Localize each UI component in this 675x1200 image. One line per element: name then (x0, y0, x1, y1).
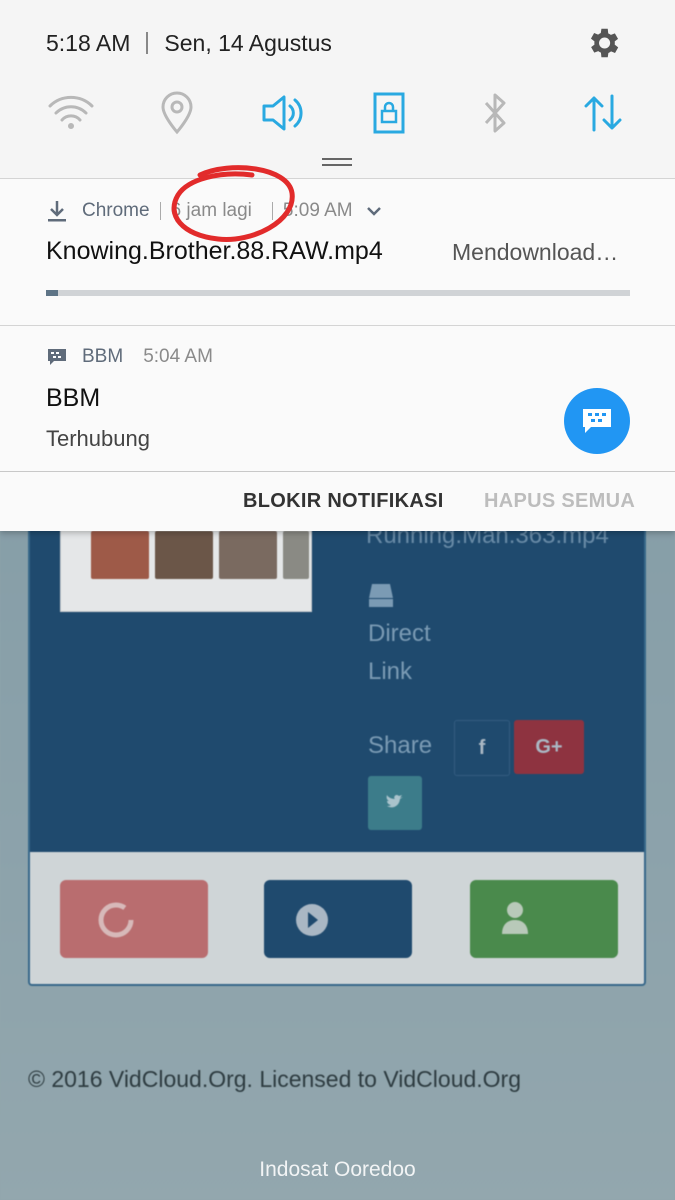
status-header: 5:18 AM Sen, 14 Agustus (46, 26, 332, 60)
bbm-notification[interactable]: BBM 5:04 AM BBM Terhubung (0, 326, 675, 472)
drag-handle[interactable] (322, 158, 352, 166)
divider (159, 202, 161, 220)
play-icon (296, 904, 328, 936)
block-notifications-button[interactable]: BLOKIR NOTIFIKASI (243, 490, 444, 513)
bluetooth-icon[interactable] (470, 88, 520, 138)
thumbnail-image (155, 531, 213, 579)
quick-settings-row (0, 88, 675, 144)
wifi-icon[interactable] (46, 88, 96, 138)
notification-header: Chrome 6 jam lagi 5:09 AM (46, 199, 383, 223)
thumbnail-strip (60, 522, 312, 612)
bbm-status: Terhubung (46, 426, 150, 451)
download-progress-bar (46, 290, 630, 296)
refresh-button[interactable] (60, 880, 208, 958)
eta-text: 6 jam lagi (170, 200, 252, 221)
download-status: Mendownload… (452, 239, 619, 265)
app-name: Chrome (82, 200, 150, 221)
clock: 5:18 AM (46, 29, 131, 56)
speaker-icon[interactable] (258, 88, 308, 138)
download-notification[interactable]: Chrome 6 jam lagi 5:09 AM Knowing.Brothe… (0, 179, 675, 325)
thumbnail-image (283, 531, 309, 579)
gear-icon[interactable] (584, 24, 622, 62)
notification-header: BBM 5:04 AM (46, 346, 213, 368)
user-icon (502, 902, 528, 934)
video-card: Running.Man.363.mp4 Direct Link Share f … (28, 520, 646, 986)
google-plus-share-button[interactable]: G+ (514, 720, 584, 774)
bbm-title: BBM (46, 384, 101, 412)
user-button[interactable] (470, 880, 618, 958)
share-label: Share (368, 732, 433, 759)
video-info-panel: Running.Man.363.mp4 Direct Link Share f … (30, 522, 644, 852)
notification-time: 5:09 AM (282, 200, 353, 221)
thumbnail-image (91, 531, 149, 579)
twitter-share-button[interactable] (368, 776, 422, 830)
notification-time: 5:04 AM (143, 346, 213, 367)
download-progress-fill (46, 290, 58, 296)
chevron-down-icon[interactable] (365, 205, 383, 217)
download-icon (48, 201, 66, 222)
bbm-chat-icon (583, 409, 611, 433)
direct-link-text[interactable]: Direct (368, 620, 431, 648)
data-arrows-icon[interactable] (578, 88, 628, 138)
hard-drive-icon (369, 584, 393, 607)
divider (271, 202, 273, 220)
direct-link-text-line2[interactable]: Link (368, 658, 412, 686)
notification-actions: BLOKIR NOTIFIKASI HAPUS SEMUA (0, 472, 675, 531)
lock-rotation-icon[interactable] (364, 88, 414, 138)
facebook-share-button[interactable]: f (454, 720, 510, 776)
spinner-icon (98, 902, 134, 938)
carrier-label: Indosat Ooredoo (259, 1158, 416, 1181)
location-pin-icon[interactable] (152, 88, 202, 138)
clear-all-button[interactable]: HAPUS SEMUA (484, 490, 635, 513)
bbm-chat-button[interactable] (564, 388, 630, 454)
date: Sen, 14 Agustus (164, 29, 332, 56)
thumbnail-image (219, 531, 277, 579)
bbm-icon (48, 349, 66, 365)
divider (146, 32, 149, 54)
notification-shade: 5:18 AM Sen, 14 Agustus Chrome 6 jam lag… (0, 0, 675, 531)
page-footer: © 2016 VidCloud.Org. Licensed to VidClou… (28, 1066, 522, 1092)
play-button[interactable] (264, 880, 412, 958)
app-name: BBM (82, 346, 124, 367)
twitter-icon (386, 795, 403, 808)
download-filename: Knowing.Brother.88.RAW.mp4 (46, 237, 383, 265)
